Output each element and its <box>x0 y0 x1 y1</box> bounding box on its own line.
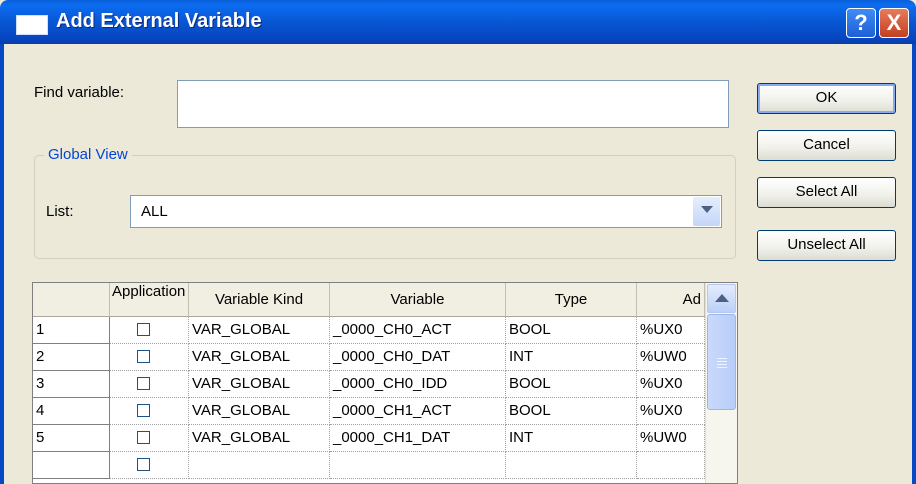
table-row[interactable]: 5 VAR_GLOBAL _0000_CH1_DAT INT %UW0 <box>33 425 705 452</box>
global-view-legend: Global View <box>44 146 132 163</box>
variable-cell <box>330 452 506 479</box>
window-icon <box>16 15 48 35</box>
type-cell: BOOL <box>506 317 637 344</box>
dropdown-button[interactable] <box>693 197 720 226</box>
ok-button[interactable]: OK <box>757 83 896 114</box>
variable-cell: _0000_CH1_DAT <box>330 425 506 452</box>
cancel-button[interactable]: Cancel <box>757 130 896 161</box>
application-cell <box>110 317 189 344</box>
header-variable[interactable]: Variable <box>330 283 506 317</box>
type-cell: INT <box>506 425 637 452</box>
variable-kind-cell: VAR_GLOBAL <box>189 317 330 344</box>
list-label: List: <box>46 203 74 220</box>
application-checkbox[interactable] <box>137 323 150 336</box>
table-row[interactable]: 1 VAR_GLOBAL _0000_CH0_ACT BOOL %UX0 <box>33 317 705 344</box>
variable-cell: _0000_CH0_IDD <box>330 371 506 398</box>
type-cell: INT <box>506 344 637 371</box>
header-application-label: Application <box>112 283 186 300</box>
application-cell <box>110 425 189 452</box>
row-number: 4 <box>33 398 110 425</box>
row-number: 5 <box>33 425 110 452</box>
select-all-button[interactable]: Select All <box>757 177 896 208</box>
variable-kind-cell: VAR_GLOBAL <box>189 425 330 452</box>
header-application[interactable]: Application <box>110 283 189 317</box>
variable-kind-cell: VAR_GLOBAL <box>189 371 330 398</box>
vertical-scrollbar[interactable] <box>705 283 737 483</box>
application-checkbox[interactable] <box>137 431 150 444</box>
address-cell <box>637 452 705 479</box>
address-cell: %UW0 <box>637 425 705 452</box>
row-number: 3 <box>33 371 110 398</box>
list-select[interactable]: ALL <box>130 195 722 228</box>
grip-line <box>717 364 727 365</box>
row-number: 1 <box>33 317 110 344</box>
scroll-up-button[interactable] <box>707 284 736 313</box>
table-row[interactable]: 2 VAR_GLOBAL _0000_CH0_DAT INT %UW0 <box>33 344 705 371</box>
window-title: Add External Variable <box>56 10 262 32</box>
row-number: 2 <box>33 344 110 371</box>
type-cell: BOOL <box>506 371 637 398</box>
header-type[interactable]: Type <box>506 283 637 317</box>
variables-table: Application Variable Kind Variable Type … <box>32 282 738 484</box>
help-button[interactable]: ? <box>846 8 876 38</box>
address-cell: %UX0 <box>637 398 705 425</box>
variable-kind-cell <box>189 452 330 479</box>
address-cell: %UX0 <box>637 371 705 398</box>
address-cell: %UX0 <box>637 317 705 344</box>
chevron-down-icon <box>701 206 713 213</box>
application-cell <box>110 344 189 371</box>
header-address[interactable]: Ad <box>637 283 705 317</box>
unselect-all-button[interactable]: Unselect All <box>757 230 896 261</box>
application-checkbox[interactable] <box>137 350 150 363</box>
type-cell <box>506 452 637 479</box>
list-select-value: ALL <box>141 203 168 220</box>
variable-cell: _0000_CH1_ACT <box>330 398 506 425</box>
header-row-number <box>33 283 110 317</box>
table-row[interactable]: 4 VAR_GLOBAL _0000_CH1_ACT BOOL %UX0 <box>33 398 705 425</box>
application-checkbox[interactable] <box>137 404 150 417</box>
row-number <box>33 452 110 479</box>
application-cell <box>110 371 189 398</box>
variable-kind-cell: VAR_GLOBAL <box>189 398 330 425</box>
title-bar: Add External Variable ? X <box>0 0 916 44</box>
find-variable-input[interactable] <box>177 80 729 128</box>
application-cell <box>110 398 189 425</box>
address-cell: %UW0 <box>637 344 705 371</box>
table-row-partial[interactable] <box>33 452 705 479</box>
application-checkbox[interactable] <box>137 377 150 390</box>
table-row[interactable]: 3 VAR_GLOBAL _0000_CH0_IDD BOOL %UX0 <box>33 371 705 398</box>
scrollbar-thumb[interactable] <box>707 314 736 410</box>
variable-cell: _0000_CH0_DAT <box>330 344 506 371</box>
application-cell <box>110 452 189 479</box>
grip-line <box>717 361 727 362</box>
chevron-up-icon <box>715 294 729 302</box>
grip-line <box>717 367 727 368</box>
grip-line <box>717 358 727 359</box>
close-button[interactable]: X <box>879 8 909 38</box>
type-cell: BOOL <box>506 398 637 425</box>
application-checkbox[interactable] <box>137 458 150 471</box>
variable-kind-cell: VAR_GLOBAL <box>189 344 330 371</box>
variable-cell: _0000_CH0_ACT <box>330 317 506 344</box>
header-variable-kind[interactable]: Variable Kind <box>189 283 330 317</box>
find-variable-label: Find variable: <box>34 84 125 101</box>
